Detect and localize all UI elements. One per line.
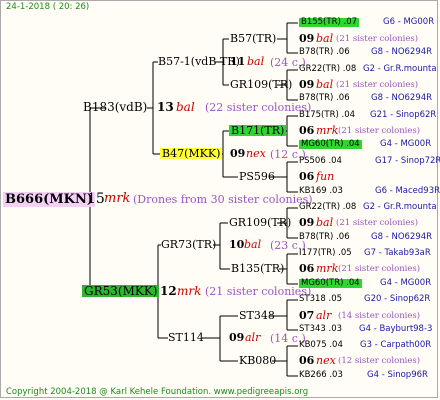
gen5-bal-1: bal [316,32,334,45]
gen5-bot-origin-8: G4 - Sinop96R [367,370,428,380]
gen5-bal-4: fun [316,170,335,183]
date-stamp: 24-1-2018 ( 20: 26) [6,2,90,12]
gen5-bot-origin-6: G4 - MG00R [380,278,432,288]
gen5-top-5: GR22(TR) .08 [299,202,357,212]
gen5-bot-origin-1: G8 - NO6294R [371,47,433,57]
gen5-top-origin-8: G3 - Carpath00R [360,340,432,350]
gen5-top-origin-4: G17 - Sinop72R [375,156,440,166]
gen4-queen-2: GR109(TR) [230,78,293,91]
gen4-queen-4: PS596 [239,170,275,183]
root-queen: B666(MKN) [3,192,95,207]
gen3-queen-4: ST114 [168,331,204,344]
gen3-bal-4: alr [245,331,261,344]
gen5-bot-8: KB266 .03 [299,370,343,380]
gen4-queen-5: GR109(TR) [229,216,292,229]
gen5-num-8: 06 [299,354,315,367]
gen2-note-2: (21 sister colonies) [205,285,312,298]
gen5-top-origin-6: G7 - Takab93aR [364,248,431,258]
gen5-top-6: I177(TR) .05 [299,248,352,258]
gen5-bal-7: alr [316,309,332,322]
gen5-bot-2: B78(TR) .06 [299,93,350,103]
root-bal: mrk [104,191,131,206]
gen5-bal-5: bal [316,216,334,229]
gen5-num-6: 06 [299,262,315,275]
gen3-queen-3: GR73(TR) [161,238,217,251]
gen5-bot-7: ST343 .03 [299,324,343,334]
gen3-bal-1: bal [247,55,265,68]
gen3-num-1: 11 [230,55,246,68]
gen2-bal-2: mrk [177,284,202,298]
gen2-note-1: (22 sister colonies) [205,101,312,114]
gen5-top-8: KB075 .04 [299,340,343,350]
gen5-note-1: (21 sister colonies) [336,34,419,44]
gen5-bot-origin-7: G4 - Bayburt98-3 [359,324,433,334]
gen5-num-7: 07 [299,309,315,322]
gen5-note-7: (14 sister colonies) [338,311,421,321]
gen5-bot-6: MG60(TR) .04 [299,278,362,288]
gen3-num-3: 10 [229,238,245,251]
gen5-note-2: (21 sister colonies) [336,80,419,90]
gen5-bal-6: mrk [316,262,339,275]
gen3-bal-3: bal [244,238,262,251]
gen5-top-2: GR22(TR) .08 [299,64,357,74]
gen5-num-4: 06 [299,170,315,183]
gen5-bal-8: nex [316,354,336,367]
gen4-queen-8: KB080 [239,354,277,367]
gen2-queen-2: GR53(MKK) [82,284,160,298]
gen5-num-2: 09 [299,78,315,91]
gen5-note-5: (21 sister colonies) [336,218,419,228]
gen5-bal-3: mrk [316,124,339,137]
gen2-num-2: 12 [160,284,177,298]
gen3-bal-2: nex [246,147,266,160]
gen5-bal-2: bal [316,78,334,91]
gen5-top-3: B175(TR) .04 [299,110,356,120]
gen5-top-origin-1: G6 - MG00R [383,17,435,27]
root-note: (Drones from 30 sister colonies) [133,193,313,206]
gen5-note-3: (21 sister colonies) [338,126,421,136]
gen5-top-origin-3: G21 - Sinop62R [370,110,437,120]
gen5-bot-origin-4: G6 - Maced93R [375,186,440,196]
gen5-top-1: B155(TR) .07 [299,17,360,27]
gen4-queen-7: ST348 [239,309,275,322]
gen5-num-3: 06 [299,124,315,137]
gen5-note-8: (12 sister colonies) [338,356,421,366]
gen3-num-4: 09 [229,331,245,344]
gen5-bot-1: B78(TR) .06 [299,47,350,57]
gen2-num-1: 13 [157,100,174,114]
gen5-bot-4: KB169 .03 [299,186,343,196]
gen5-bot-5: B78(TR) .06 [299,232,350,242]
gen3-num-2: 09 [230,147,246,160]
gen5-note-6: (21 sister colonies) [338,264,421,274]
gen4-queen-6: B135(TR) [231,262,285,275]
gen2-queen-1: B183(vdB) [83,100,148,114]
gen3-queen-2: B47(MKK) [160,147,223,160]
gen5-top-origin-7: G20 - Sinop62R [364,294,431,304]
gen5-bot-origin-2: G8 - NO6294R [371,93,433,103]
gen5-bot-origin-3: G4 - MG00R [380,139,432,149]
gen5-top-origin-2: G2 - Gr.R.mounta [363,64,437,74]
gen5-top-7: ST318 .05 [299,294,343,304]
gen4-queen-1: B57(TR) [230,32,277,45]
gen2-bal-1: bal [176,100,195,114]
gen5-num-1: 09 [299,32,315,45]
gen3-queen-1: B57-1(vdB-TR) [158,55,240,68]
gen5-bot-3: MG60(TR) .04 [299,139,362,149]
gen5-top-4: PS506 .04 [299,156,342,166]
root-num: 15 [87,191,105,207]
gen5-bot-origin-5: G8 - NO6294R [371,232,433,242]
gen4-queen-3: B171(TR) [229,124,287,137]
gen5-top-origin-5: G2 - Gr.R.mounta [363,202,437,212]
gen5-num-5: 09 [299,216,315,229]
copyright-footer: Copyright 2004-2018 @ Karl Kehele Founda… [6,387,309,397]
